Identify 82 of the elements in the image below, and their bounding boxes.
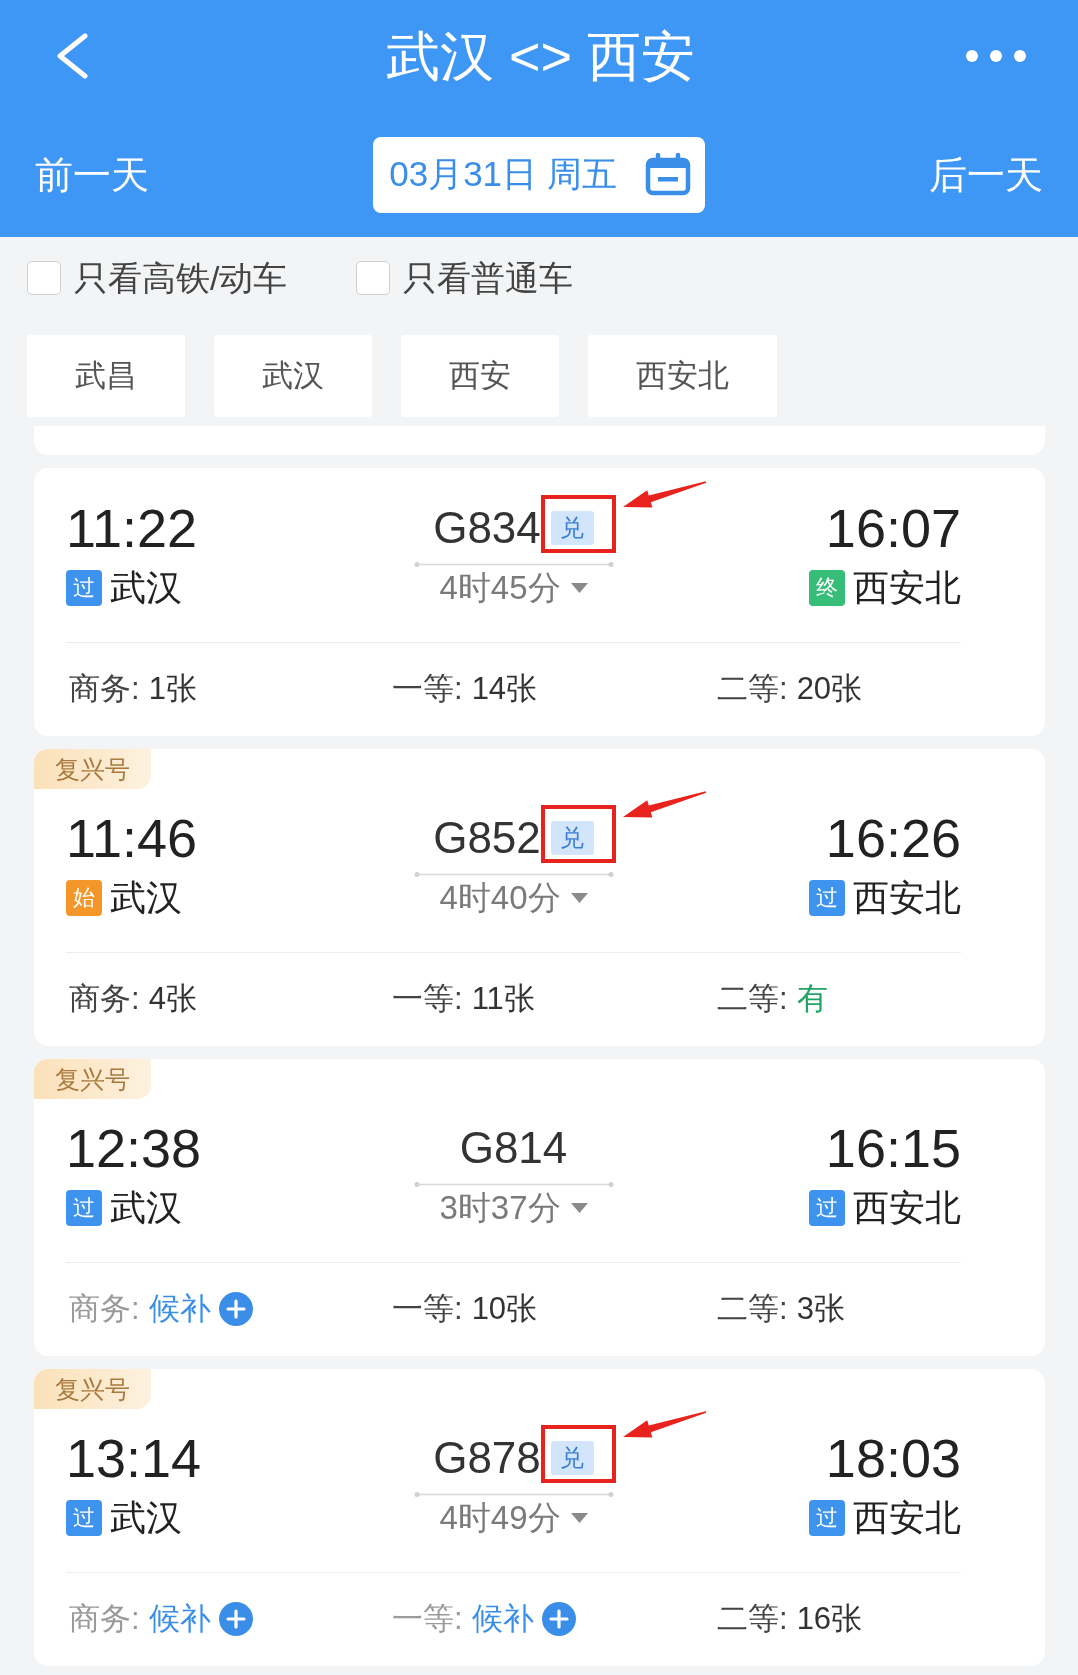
duration-button[interactable]: 4时45分: [439, 568, 588, 608]
train-number: G834: [433, 502, 541, 554]
departure-time: 12:38: [66, 1117, 202, 1180]
station-name: 西安北: [853, 568, 961, 608]
caret-icon: [570, 1203, 588, 1213]
station-filter-tab[interactable]: 西安北: [588, 335, 777, 417]
seat-count: 3张: [796, 1290, 845, 1328]
departure-time: 11:22: [66, 497, 198, 560]
station-filter-tab[interactable]: 武汉: [214, 335, 372, 417]
stop-badge: 过: [66, 1190, 102, 1226]
stop-badge: 过: [809, 1190, 845, 1226]
calendar-icon: [644, 153, 691, 196]
seat-class-label: 二等:: [717, 670, 788, 708]
departure-time: 11:46: [66, 807, 198, 870]
train-card[interactable]: 复兴号 13:14 过 武汉 G878 兑 4时49分 18:03 过 西安北 商务: 候补 一等: 候补 二等: 16张: [34, 1369, 1045, 1666]
seat-class-label: 商务:: [69, 1290, 140, 1328]
stop-badge: 过: [809, 1500, 845, 1536]
station-filter-tab[interactable]: 西安: [401, 335, 559, 417]
station-name: 西安北: [853, 878, 961, 918]
seat-count: 4张: [148, 980, 197, 1018]
seat-availability: 有: [796, 980, 828, 1018]
duration-button[interactable]: 3时37分: [439, 1188, 588, 1228]
caret-icon: [570, 893, 588, 903]
page-title: 武汉 <> 西安: [385, 25, 696, 88]
plus-icon: [218, 1292, 253, 1326]
train-number: G852: [433, 812, 541, 864]
seat-count: 10张: [471, 1290, 538, 1328]
station-name: 武汉: [110, 1188, 182, 1228]
departure-time: 13:14: [66, 1427, 202, 1490]
train-type-tag: 复兴号: [34, 1369, 151, 1409]
caret-icon: [570, 1513, 588, 1523]
checkbox[interactable]: [27, 261, 61, 295]
caret-icon: [570, 583, 588, 593]
arrival-time: 16:07: [825, 497, 961, 560]
seat-count: 20张: [796, 670, 863, 708]
more-icon[interactable]: [966, 50, 1026, 62]
train-card[interactable]: 11:22 过 武汉 G834 兑 4时45分 16:07 终 西安北 商务: 1张 一等: 14张 二等: 20张: [34, 468, 1045, 736]
train-type-tag: 复兴号: [34, 1059, 151, 1099]
seat-count: 1张: [148, 670, 197, 708]
stop-badge: 过: [66, 570, 102, 606]
stop-badge: 过: [66, 1500, 102, 1536]
stop-badge: 过: [809, 880, 845, 916]
checkbox-label[interactable]: 只看高铁/动车: [74, 260, 288, 296]
train-type-tag: 复兴号: [34, 749, 151, 789]
seat-count: 16张: [796, 1600, 863, 1638]
back-icon[interactable]: [55, 33, 89, 79]
station-name: 武汉: [110, 1498, 182, 1538]
station-name: 武汉: [110, 568, 182, 608]
plus-icon: [541, 1602, 576, 1636]
seat-class-label: 一等:: [392, 980, 463, 1018]
seat-class-label: 商务:: [69, 1600, 140, 1638]
arrival-time: 16:26: [825, 807, 961, 870]
seat-count: 11张: [471, 980, 535, 1018]
exchange-badge: 兑: [550, 1441, 594, 1475]
train-card[interactable]: 复兴号 11:46 始 武汉 G852 兑 4时40分 16:26 过 西安北 商务: 4张 一等: 11张 二等: 有: [34, 749, 1045, 1046]
arrival-time: 16:15: [825, 1117, 961, 1180]
seat-class-label: 二等:: [717, 1600, 788, 1638]
stop-badge: 始: [66, 880, 102, 916]
checkbox-label[interactable]: 只看普通车: [403, 260, 574, 296]
station-name: 西安北: [853, 1188, 961, 1228]
seat-class-label: 一等:: [392, 670, 463, 708]
seat-class-label: 一等:: [392, 1600, 463, 1638]
stop-badge: 终: [809, 570, 845, 606]
train-card[interactable]: 复兴号 12:38 过 武汉 G814 3时37分 16:15 过 西安北 商务: 候补 一等: 10张 二等: 3张: [34, 1059, 1045, 1356]
arrival-time: 18:03: [825, 1427, 961, 1490]
plus-icon: [218, 1602, 253, 1636]
exchange-badge: 兑: [550, 511, 594, 545]
station-name: 武汉: [110, 878, 182, 918]
exchange-badge: 兑: [550, 821, 594, 855]
seat-class-label: 一等:: [392, 1290, 463, 1328]
station-filter-tab[interactable]: 武昌: [27, 335, 185, 417]
seat-class-label: 二等:: [717, 1290, 788, 1328]
train-number: G878: [433, 1432, 541, 1484]
duration-button[interactable]: 4时49分: [439, 1498, 588, 1538]
duration-button[interactable]: 4时40分: [439, 878, 588, 918]
seat-class-label: 商务:: [69, 670, 140, 708]
seat-class-label: 二等:: [717, 980, 788, 1018]
seat-count: 14张: [471, 670, 538, 708]
checkbox[interactable]: [356, 261, 391, 295]
seat-class-label: 商务:: [69, 980, 140, 1018]
train-number: G814: [459, 1122, 568, 1174]
station-name: 西安北: [853, 1498, 961, 1538]
